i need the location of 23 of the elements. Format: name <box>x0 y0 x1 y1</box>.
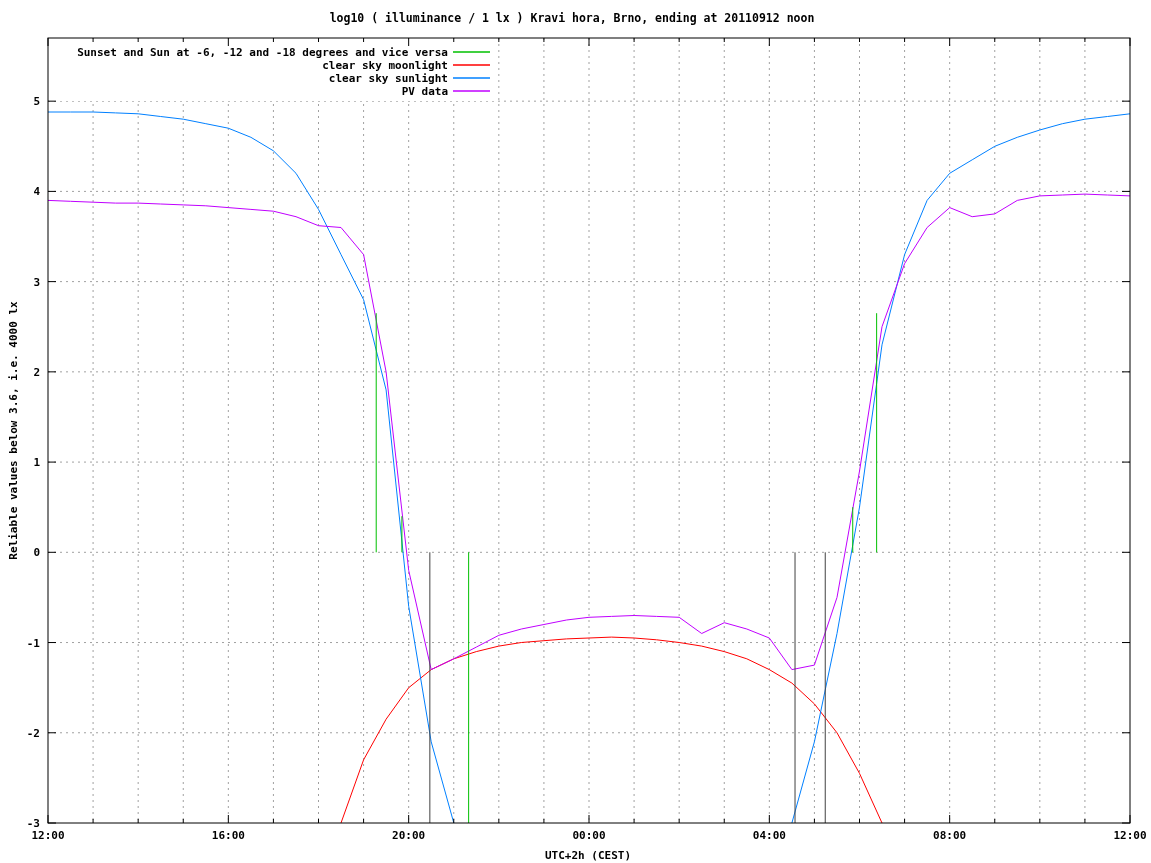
legend-label: Sunset and Sun at -6, -12 and -18 degrees and vice versa <box>77 46 448 59</box>
chart-title: log10 ( illuminance / 1 lx ) Kravi hora, Brno, ending at 20110912 noon <box>329 11 815 25</box>
x-tick-label: 08:00 <box>933 829 967 842</box>
legend-label: PV data <box>401 85 448 98</box>
y-tick-label: 4 <box>33 185 40 199</box>
x-tick-label: 20:00 <box>392 829 426 842</box>
legend-label: clear sky moonlight <box>322 59 448 72</box>
y-axis-title: Reliable values below 3.6, i.e. 4000 lx <box>7 301 20 560</box>
y-tick-label: 5 <box>33 95 40 109</box>
x-tick-label: 00:00 <box>572 829 606 842</box>
x-tick-label: 04:00 <box>752 829 786 842</box>
y-tick-label: -1 <box>26 636 40 650</box>
x-axis-title: UTC+2h (CEST) <box>544 849 632 862</box>
legend-label: clear sky sunlight <box>328 72 448 85</box>
y-tick-label: -2 <box>26 726 40 740</box>
x-tick-label: 12:00 <box>1113 829 1147 842</box>
x-tick-label: 12:00 <box>31 829 65 842</box>
x-tick-label: 16:00 <box>211 829 245 842</box>
y-tick-label: 1 <box>33 456 40 470</box>
y-tick-label: 2 <box>33 365 40 379</box>
y-tick-label: 0 <box>33 546 40 560</box>
y-tick-label: -3 <box>26 817 40 830</box>
y-tick-label: 3 <box>33 275 40 289</box>
